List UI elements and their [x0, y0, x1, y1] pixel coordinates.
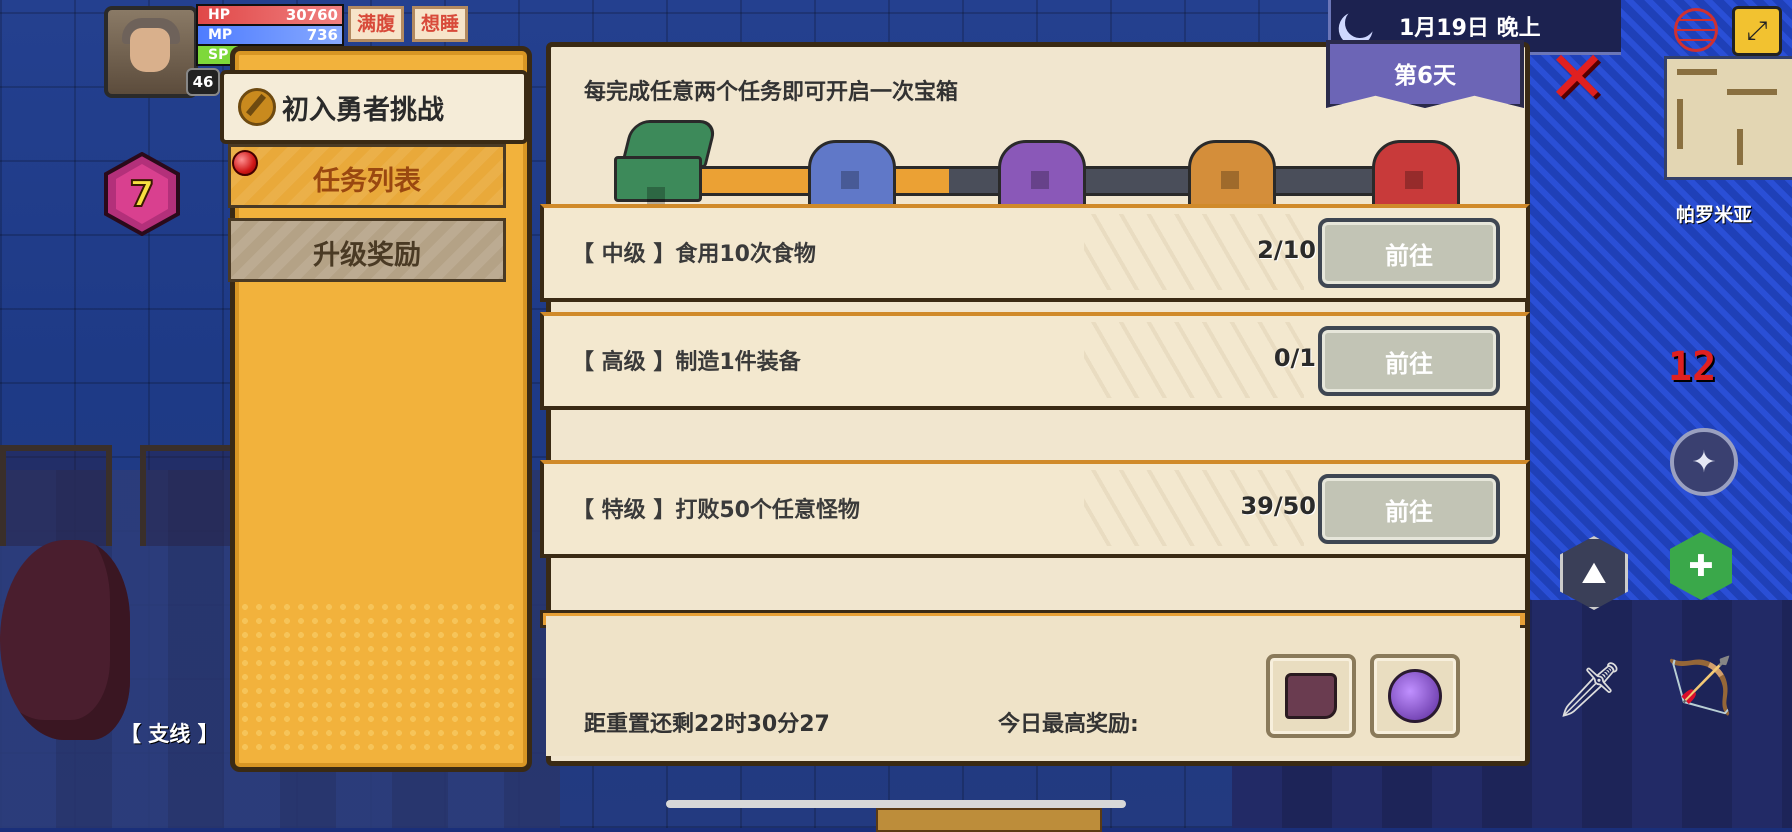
minimap[interactable]: [1664, 56, 1792, 180]
tree-sprite: [0, 540, 130, 740]
task-progress: 39/50: [1240, 492, 1316, 520]
panel-header: 每完成任意两个任务即可开启一次宝箱: [584, 80, 959, 105]
sword-icon[interactable]: 🗡: [1556, 658, 1625, 721]
hp-bar: HP 30760: [196, 4, 344, 26]
go-button[interactable]: 前往: [1318, 326, 1500, 396]
go-button[interactable]: 前往: [1318, 474, 1500, 544]
reward-slot-boots[interactable]: [1266, 654, 1356, 738]
status-full-chip[interactable]: 满腹: [348, 6, 405, 42]
date-text: 1月19日 晚上: [1399, 16, 1541, 41]
globe-icon[interactable]: [1674, 8, 1718, 52]
challenge-title-tab[interactable]: 初入勇者挑战: [220, 70, 528, 144]
hp-label: HP: [208, 7, 230, 23]
close-icon[interactable]: ✕: [1544, 41, 1610, 113]
boots-icon: [1285, 673, 1337, 719]
player-portrait[interactable]: [104, 6, 198, 98]
go-button-label: 前往: [1385, 498, 1433, 526]
map-expand-icon[interactable]: ⤢: [1732, 6, 1782, 56]
weapon-rack: [0, 445, 112, 546]
player-level: 46: [186, 68, 220, 96]
go-button-label: 前往: [1385, 242, 1433, 270]
moon-icon: [1341, 4, 1379, 42]
status-sleepy-chip[interactable]: 想睡: [412, 6, 469, 42]
task-row: 【 特级 】打败50个任意怪物 39/50 前往: [540, 460, 1530, 558]
chest-green[interactable]: [614, 156, 702, 205]
task-title: 【 高级 】制造1件装备: [572, 350, 801, 375]
task-title: 【 中级 】食用10次食物: [572, 242, 816, 267]
challenge-title: 初入勇者挑战: [282, 95, 444, 126]
shuriken-icon[interactable]: ✦: [1670, 428, 1738, 496]
tab-task-list-label: 任务列表: [313, 166, 421, 197]
day-banner: 第6天: [1326, 40, 1524, 108]
task-row: 【 高级 】制造1件装备 0/1 前往: [540, 312, 1530, 410]
task-row: 【 中级 】食用10次食物 2/10 前往: [540, 204, 1530, 302]
chest-orange[interactable]: [1188, 140, 1276, 210]
bottom-dock[interactable]: [876, 808, 1102, 832]
bow-icon[interactable]: 🏹: [1666, 654, 1733, 717]
side-number: 12: [1668, 344, 1717, 390]
task-title: 【 特级 】打败50个任意怪物: [572, 498, 860, 523]
tab-task-list[interactable]: 任务列表: [228, 144, 506, 208]
task-progress: 0/1: [1273, 344, 1316, 372]
reward-label: 今日最高奖励:: [998, 712, 1139, 737]
go-button[interactable]: 前往: [1318, 218, 1500, 288]
day-banner-label: 第6天: [1393, 63, 1456, 89]
hp-value: 30760: [285, 6, 338, 24]
potion-icon: [1388, 669, 1442, 723]
reset-timer: 距重置还剩22时30分27: [584, 712, 830, 737]
sp-label: SP: [208, 47, 229, 63]
coin-icon: [238, 88, 276, 126]
tab-upgrade-reward-label: 升级奖励: [313, 240, 421, 271]
tab-upgrade-reward[interactable]: 升级奖励: [228, 218, 506, 282]
side-quest-tag[interactable]: 【 支线 】: [120, 718, 219, 748]
chest-purple[interactable]: [998, 140, 1086, 210]
gem-badge[interactable]: 7: [104, 152, 180, 236]
reward-slot-potion[interactable]: [1370, 654, 1460, 738]
notification-dot: [232, 150, 258, 176]
chest-blue[interactable]: [808, 140, 896, 210]
location-label: 帕罗米亚: [1676, 204, 1753, 226]
task-progress: 2/10: [1257, 236, 1316, 264]
gem-value: 7: [129, 174, 154, 215]
home-indicator: [666, 800, 1126, 808]
chest-red[interactable]: [1372, 140, 1460, 210]
mp-label: MP: [208, 27, 233, 43]
go-button-label: 前往: [1385, 350, 1433, 378]
mp-bar: MP 736: [196, 24, 344, 46]
mp-value: 736: [306, 26, 338, 44]
